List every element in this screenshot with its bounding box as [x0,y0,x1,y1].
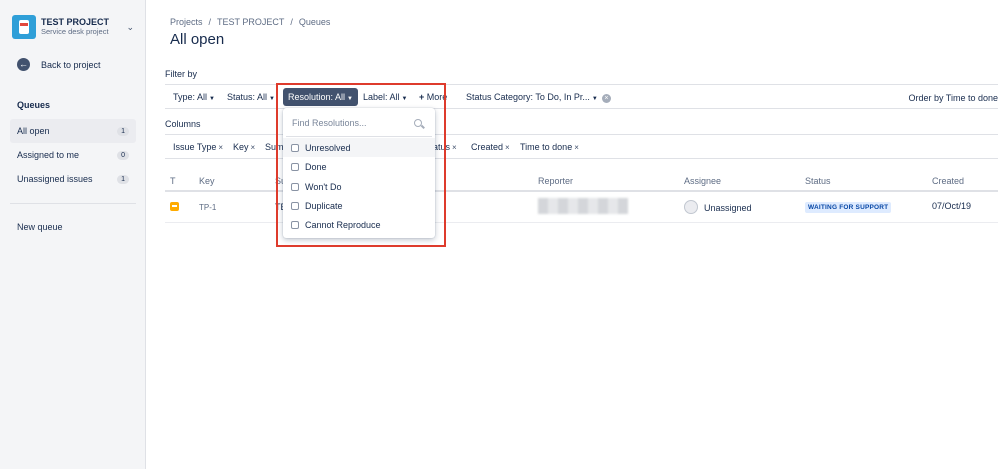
clear-filter-icon[interactable]: × [601,94,611,103]
column-header-assignee[interactable]: Assignee [684,176,721,186]
status-category-filter-button[interactable]: Status Category: To Do, In Pr... ▼ × [461,88,616,106]
queue-count-badge: 1 [117,126,129,136]
queue-count-badge: 1 [117,174,129,184]
project-name: TEST PROJECT [41,17,110,27]
column-chip-created[interactable]: Created × [471,140,510,154]
breadcrumb-projects[interactable]: Projects [170,17,203,27]
project-sidebar: TEST PROJECT Service desk project ⌄ ← Ba… [0,0,146,469]
column-chip-key[interactable]: Key × [233,140,255,154]
avatar [684,200,698,214]
status-badge: WAITING FOR SUPPORT [805,202,892,213]
back-to-project-link[interactable]: ← Back to project [17,58,101,71]
assignee-name: Unassigned [704,203,752,213]
remove-icon[interactable]: × [574,143,579,152]
page-title: All open [170,31,225,48]
project-avatar-icon [12,15,36,39]
arrow-left-icon: ← [17,58,30,71]
column-header-created[interactable]: Created [932,176,964,186]
column-header-key[interactable]: Key [199,176,215,186]
status-category-filter-label: Status Category: To Do, In Pr... [466,92,590,102]
remove-icon[interactable]: × [505,143,510,152]
reporter-redacted [538,198,628,214]
back-to-project-label: Back to project [41,59,101,70]
breadcrumb-separator: / [290,17,293,27]
service-request-icon [170,202,179,211]
breadcrumb: Projects / TEST PROJECT / Queues [170,17,330,27]
breadcrumb-project[interactable]: TEST PROJECT [217,17,284,27]
breadcrumb-separator: / [208,17,212,27]
queue-item-all-open[interactable]: All open 1 [10,119,136,143]
new-queue-link[interactable]: New queue [17,222,63,232]
caret-down-icon: ▼ [591,96,598,102]
queues-heading: Queues [17,100,51,110]
queue-item-unassigned-issues[interactable]: Unassigned issues 1 [10,167,136,191]
remove-icon[interactable]: × [251,143,256,152]
type-filter-label: Type: All [173,92,208,102]
column-chip-time-to-done[interactable]: Time to done × [520,140,579,154]
queue-label: Unassigned issues [17,174,93,184]
column-chip-label: Time to done [520,142,573,152]
order-by-control[interactable]: Order by Time to done [908,93,998,103]
queue-label: Assigned to me [17,150,80,160]
filter-heading: Filter by [165,69,198,79]
breadcrumb-queues[interactable]: Queues [299,17,331,27]
caret-down-icon: ▼ [269,96,275,102]
issue-key-link[interactable]: TP-1 [199,203,216,212]
queue-count-badge: 0 [117,150,129,160]
column-chip-label: Key [233,142,249,152]
column-header-reporter[interactable]: Reporter [538,176,573,186]
column-chip-label: Created [471,142,504,152]
remove-icon[interactable]: × [218,143,223,152]
remove-icon[interactable]: × [452,143,457,152]
sidebar-divider [10,203,136,204]
status-filter-label: Status: All [227,92,268,102]
column-chip-label: Issue Type [173,142,217,152]
annotation-highlight-box [276,83,446,247]
queue-item-assigned-to-me[interactable]: Assigned to me 0 [10,143,136,167]
project-type: Service desk project [41,27,109,36]
queue-list: All open 1 Assigned to me 0 Unassigned i… [10,119,136,191]
type-filter-button[interactable]: Type: All ▼ [168,88,220,106]
queue-label: All open [17,126,50,136]
chevron-down-icon[interactable]: ⌄ [126,22,134,33]
status-filter-button[interactable]: Status: All ▼ [222,88,280,106]
columns-heading: Columns [165,119,201,129]
project-switcher[interactable]: TEST PROJECT Service desk project ⌄ [12,15,134,39]
column-header-type[interactable]: T [170,176,176,186]
column-header-status[interactable]: Status [805,176,831,186]
caret-down-icon: ▼ [209,96,215,102]
column-chip-issue-type[interactable]: Issue Type × [173,140,223,154]
created-date: 07/Oct/19 [932,201,972,211]
